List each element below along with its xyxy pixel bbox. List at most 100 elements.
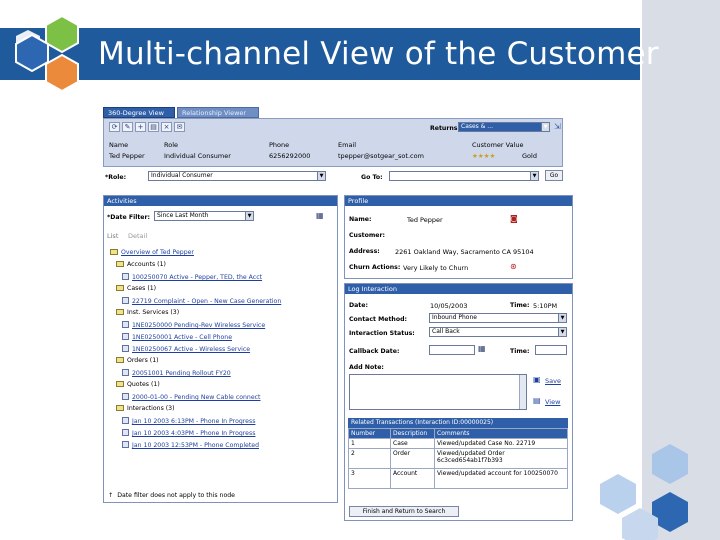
note-scrollbar[interactable]: [519, 375, 526, 409]
chevron-down-icon: ▼: [541, 123, 549, 131]
row-number: 2: [348, 448, 391, 469]
activities-title: Activities: [104, 196, 337, 206]
tree-cases[interactable]: Cases (1): [116, 285, 156, 292]
inst-services-label: Inst. Services (3): [127, 309, 180, 316]
folder-icon: [110, 249, 118, 255]
related-transactions-title: Related Transactions (Interaction ID:000…: [348, 418, 568, 428]
finish-and-return-button[interactable]: Finish and Return to Search: [349, 506, 459, 517]
time-label: Time:: [510, 302, 530, 309]
profile-address-value: 2261 Oakland Way, Sacramento CA 95104: [395, 248, 534, 256]
hex-green-shape: [45, 14, 79, 54]
interaction-item-link[interactable]: Jan 10 2003 4:03PM - Phone In Progress: [132, 430, 255, 437]
contact-method-label: Contact Method:: [349, 316, 407, 323]
service-item-link[interactable]: 1NE0250000 Pending-Rev Wireless Service: [132, 322, 265, 329]
overview-link[interactable]: Overview of Ted Pepper: [121, 249, 194, 256]
contact-method-select[interactable]: Inbound Phone ▼: [429, 313, 567, 323]
date-filter-footnote: ↑ Date filter does not apply to this node: [108, 492, 235, 499]
tree-orders[interactable]: Orders (1): [116, 357, 159, 364]
interactions-label: Interactions (3): [127, 405, 175, 412]
document-icon: [122, 393, 129, 400]
table-row[interactable]: 2 Order Viewed/updated Order 6c3ced654ab…: [348, 448, 568, 469]
callback-time-input[interactable]: [535, 345, 567, 355]
contact-card-icon[interactable]: ◙: [510, 214, 518, 223]
go-to-label: Go To:: [361, 174, 383, 181]
tab-360-degree-view[interactable]: 360-Degree View: [103, 107, 175, 118]
chevron-down-icon: ▼: [245, 212, 253, 220]
table-row[interactable]: 3 Account Viewed/updated account for 100…: [348, 468, 568, 489]
tree-inst-services[interactable]: Inst. Services (3): [116, 309, 179, 316]
profile-address-label: Address:: [349, 248, 380, 255]
tree-overview[interactable]: Overview of Ted Pepper: [110, 249, 194, 256]
callback-date-input[interactable]: [429, 345, 475, 355]
view-link[interactable]: View: [545, 398, 560, 406]
folder-icon: [116, 357, 124, 363]
view-icon[interactable]: ▤: [533, 396, 541, 405]
tree-account-item[interactable]: 100250070 Active - Pepper, TED, the Acct: [122, 273, 262, 281]
table-row[interactable]: 1 Case Viewed/updated Case No. 22719: [348, 438, 568, 449]
tree-interactions[interactable]: Interactions (3): [116, 405, 175, 412]
related-transactions-table: Number Description Comments 1 Case Viewe…: [348, 428, 568, 489]
go-button[interactable]: Go: [545, 170, 563, 181]
interaction-status-select[interactable]: Call Back ▼: [429, 327, 567, 337]
interaction-item-link[interactable]: Jan 10 2003 12:53PM - Phone Completed: [132, 442, 259, 449]
tree-service-item[interactable]: 1NE0250000 Pending-Rev Wireless Service: [122, 321, 265, 329]
tree-interaction-item[interactable]: Jan 10 2003 12:53PM - Phone Completed: [122, 441, 259, 449]
cases-label: Cases (1): [127, 285, 157, 292]
print-icon[interactable]: ▤: [148, 122, 159, 132]
time-value: 5:10PM: [533, 302, 558, 310]
log-interaction-panel: Log Interaction Date: 10/05/2003 Time: 5…: [344, 283, 573, 521]
document-icon: [122, 297, 129, 304]
go-to-select[interactable]: ▼: [389, 171, 539, 181]
tree-quotes[interactable]: Quotes (1): [116, 381, 160, 388]
calendar-icon[interactable]: ▦: [478, 344, 486, 353]
service-item-link[interactable]: 1NE0250001 Active - Cell Phone: [132, 334, 232, 341]
interaction-item-link[interactable]: Jan 10 2003 6:13PM - Phone In Progress: [132, 418, 255, 425]
chevron-down-icon: ▼: [558, 314, 566, 322]
tree-service-item[interactable]: 1NE0250001 Active - Cell Phone: [122, 333, 232, 341]
close-icon[interactable]: ×: [161, 122, 172, 132]
save-link[interactable]: Save: [545, 377, 561, 385]
log-interaction-title: Log Interaction: [345, 284, 572, 294]
tree-case-item[interactable]: 22719 Complaint - Open - New Case Genera…: [122, 297, 281, 305]
alert-icon[interactable]: ⊛: [510, 262, 517, 271]
service-item-link[interactable]: 1NE0250067 Active - Wireless Service: [132, 346, 250, 353]
customer-role-value: Individual Consumer: [164, 152, 231, 160]
calendar-icon[interactable]: ▦: [316, 211, 324, 220]
case-item-link[interactable]: 22719 Complaint - Open - New Case Genera…: [132, 298, 281, 305]
tree-interaction-item[interactable]: Jan 10 2003 4:03PM - Phone In Progress: [122, 429, 255, 437]
customer-phone-value: 6256292000: [269, 152, 311, 160]
add-note-label: Add Note:: [349, 364, 384, 371]
col-header-comments: Comments: [434, 428, 568, 439]
document-icon: [122, 417, 129, 424]
chevron-down-icon: ▼: [317, 172, 325, 180]
tree-order-item[interactable]: 20051001 Pending Rollout FY20: [122, 369, 231, 377]
col-header-description: Description: [390, 428, 435, 439]
pin-icon[interactable]: ⇲: [554, 122, 561, 131]
row-comments: Viewed/updated Order 6c3ced654ab1f7b393: [434, 448, 568, 469]
role-select[interactable]: Individual Consumer ▼: [148, 171, 326, 181]
tree-service-item[interactable]: 1NE0250067 Active - Wireless Service: [122, 345, 250, 353]
tree-quote-item[interactable]: 2000-01-00 - Pending New Cable connect: [122, 393, 261, 401]
document-icon: [122, 321, 129, 328]
row-description: Account: [390, 468, 435, 489]
refresh-icon[interactable]: ⟳: [109, 122, 120, 132]
account-item-link[interactable]: 100250070 Active - Pepper, TED, the Acct: [132, 274, 262, 281]
tree-interaction-item[interactable]: Jan 10 2003 6:13PM - Phone In Progress: [122, 417, 255, 425]
tab-relationship-viewer[interactable]: Relationship Viewer: [177, 107, 259, 118]
save-icon[interactable]: ▣: [533, 375, 541, 384]
mail-icon[interactable]: ✉: [174, 122, 185, 132]
tree-tab-list[interactable]: List: [107, 232, 118, 240]
col-header-email: Email: [338, 141, 357, 149]
order-item-link[interactable]: 20051001 Pending Rollout FY20: [132, 370, 231, 377]
add-icon[interactable]: +: [135, 122, 146, 132]
returns-select[interactable]: Cases & ... ▼: [458, 122, 550, 132]
tree-accounts[interactable]: Accounts (1): [116, 261, 166, 268]
returns-label: Returns: [430, 125, 458, 132]
edit-icon[interactable]: ✎: [122, 122, 133, 132]
date-filter-select[interactable]: Since Last Month ▼: [154, 211, 254, 221]
document-icon: [122, 441, 129, 448]
note-textarea[interactable]: [349, 374, 527, 410]
document-icon: [122, 429, 129, 436]
quote-item-link[interactable]: 2000-01-00 - Pending New Cable connect: [132, 394, 261, 401]
tree-tab-detail[interactable]: Detail: [128, 232, 147, 240]
